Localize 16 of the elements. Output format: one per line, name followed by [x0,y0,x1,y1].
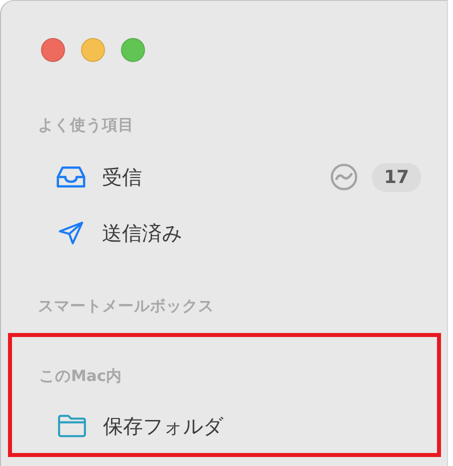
mailbox-item[interactable]: 送信済み [38,205,441,261]
section-header: スマートメールボックス [38,296,215,317]
mailbox-label: 保存フォルダ [103,412,224,440]
mailbox-label: 受信 [102,164,143,190]
mailbox-item[interactable]: 保存フォルダ [39,401,437,451]
inbox-tray-icon [56,165,86,189]
minimize-button[interactable] [81,38,105,62]
mailbox-label: 送信済み [102,220,183,246]
section-header: このMac内 [39,366,124,387]
zoom-button[interactable] [121,38,145,62]
mailbox-item[interactable]: 受信 17 [38,149,441,205]
close-button[interactable] [41,38,65,62]
folder-icon [57,414,87,438]
unread-count: 17 [372,162,421,192]
paper-plane-icon [56,221,86,245]
section-header: よく使う項目 [38,115,135,136]
